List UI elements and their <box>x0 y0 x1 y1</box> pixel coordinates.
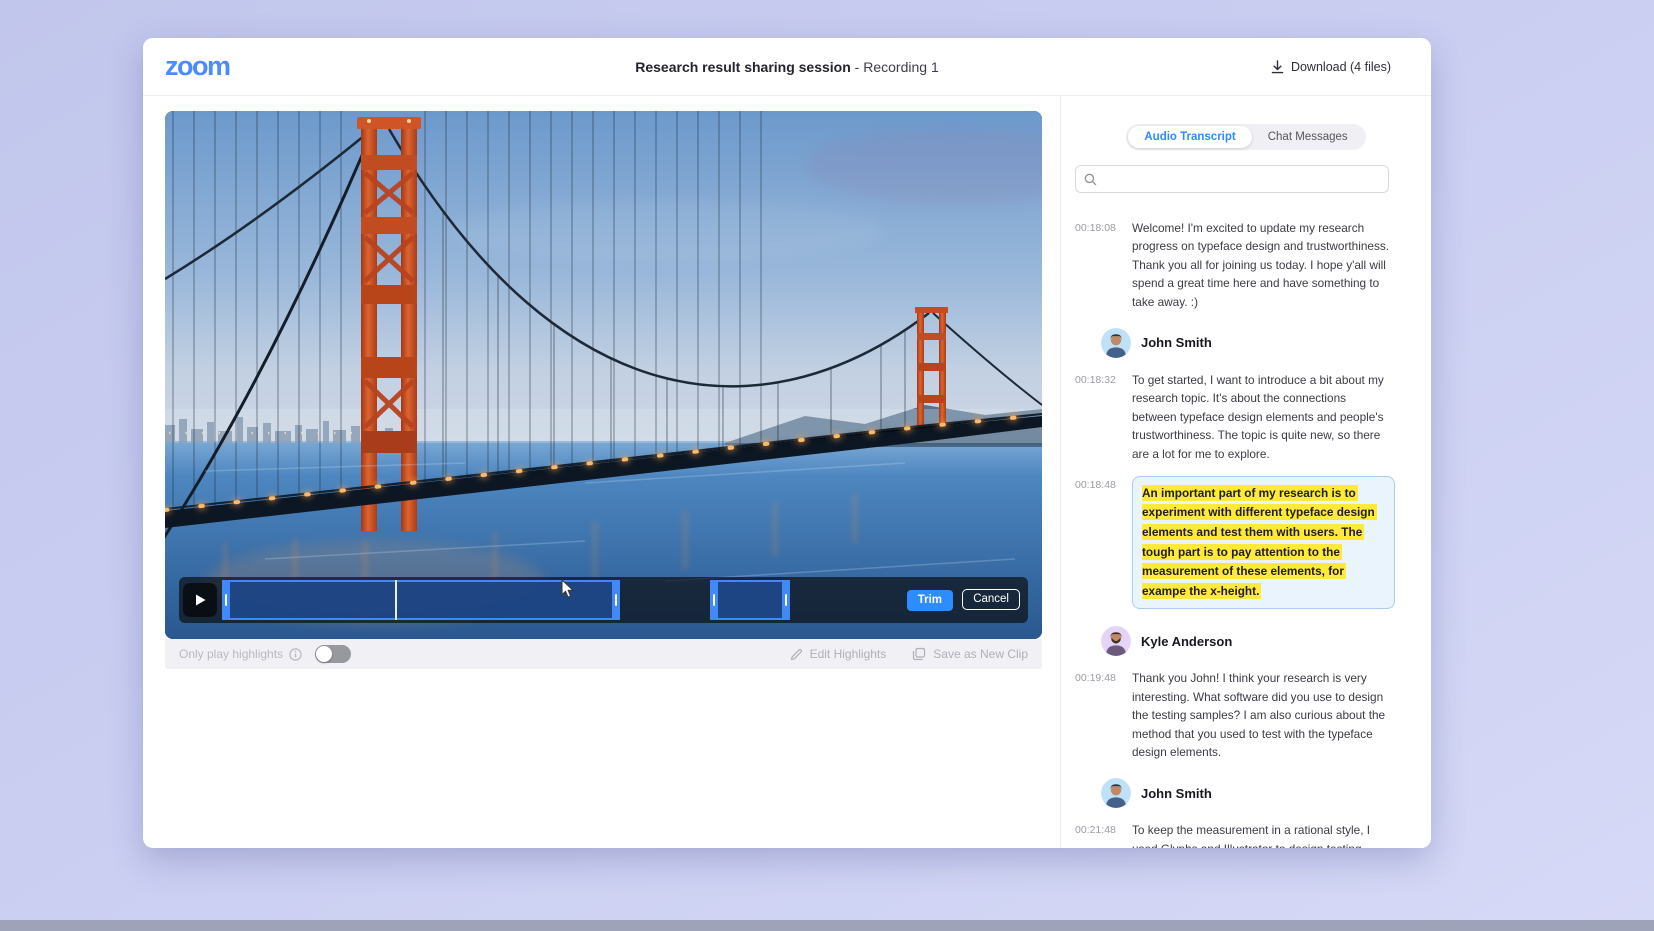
trim-button[interactable]: Trim <box>907 590 953 611</box>
save-as-new-clip-button[interactable]: Save as New Clip <box>912 647 1028 661</box>
transcript-text: To get started, I want to introduce a bi… <box>1132 371 1391 463</box>
transcript-text: Welcome! I'm excited to update my resear… <box>1132 219 1391 311</box>
handle-grip <box>713 594 715 606</box>
page-title: Research result sharing session - Record… <box>143 59 1431 75</box>
transcript-text: An important part of my research is to e… <box>1132 476 1391 609</box>
session-title: Research result sharing session <box>635 59 851 75</box>
timestamp: 00:18:08 <box>1075 219 1123 311</box>
save-as-new-clip-label: Save as New Clip <box>933 647 1028 661</box>
trim-handle-left[interactable] <box>222 582 230 618</box>
download-button[interactable]: Download (4 files) <box>1271 60 1391 74</box>
trim-handle-right[interactable] <box>782 582 790 618</box>
player-toolbar: Only play highlights Edit Highlights <box>165 639 1042 669</box>
timestamp: 00:18:32 <box>1075 371 1123 463</box>
sidebar-tabs: Audio Transcript Chat Messages <box>1126 124 1365 150</box>
video-player[interactable]: Trim Cancel <box>165 111 1042 639</box>
video-frame-image <box>165 111 1042 639</box>
transcript-entry[interactable]: 00:18:08Welcome! I'm excited to update m… <box>1075 219 1391 311</box>
transcript-entry[interactable]: 00:18:32To get started, I want to introd… <box>1075 371 1391 463</box>
only-play-highlights-label: Only play highlights <box>179 647 283 661</box>
trim-handle-right[interactable] <box>612 582 620 618</box>
highlighted-block[interactable]: An important part of my research is to e… <box>1132 476 1395 609</box>
highlighted-text: An important part of my research is to e… <box>1142 485 1377 599</box>
avatar <box>1101 328 1131 358</box>
recording-label: - Recording 1 <box>851 59 939 75</box>
speaker-name: John Smith <box>1141 786 1212 801</box>
handle-grip <box>225 594 227 606</box>
player-pane: Trim Cancel Only play highlights <box>143 96 1060 848</box>
timestamp: 00:18:48 <box>1075 476 1123 609</box>
trim-selection-2[interactable] <box>710 580 790 620</box>
transcript-entry[interactable]: 00:18:48 An important part of my research… <box>1075 476 1391 609</box>
toggle-knob <box>316 646 332 662</box>
transcript-text: To keep the measurement in a rational st… <box>1132 821 1391 848</box>
cancel-button[interactable]: Cancel <box>962 589 1020 610</box>
timestamp: 00:19:48 <box>1075 669 1123 761</box>
speaker-name: John Smith <box>1141 335 1212 350</box>
playhead[interactable] <box>395 580 397 620</box>
trim-bar: Trim Cancel <box>179 577 1028 623</box>
zoom-logo: zoom <box>165 51 230 82</box>
tab-audio-transcript[interactable]: Audio Transcript <box>1128 126 1251 148</box>
app-window: zoom Research result sharing session - R… <box>143 38 1431 848</box>
screen: zoom Research result sharing session - R… <box>0 0 1654 931</box>
download-label: Download (4 files) <box>1291 60 1391 74</box>
only-play-highlights-toggle[interactable] <box>315 645 351 663</box>
speaker-header: John Smith <box>1101 328 1391 358</box>
download-icon <box>1271 60 1284 74</box>
pencil-icon <box>790 648 803 661</box>
bottom-strip <box>0 920 1654 931</box>
edit-highlights-button[interactable]: Edit Highlights <box>790 647 887 661</box>
trim-selection-1[interactable] <box>222 580 620 620</box>
header: zoom Research result sharing session - R… <box>143 38 1431 96</box>
content: Trim Cancel Only play highlights <box>143 96 1431 848</box>
avatar <box>1101 778 1131 808</box>
trim-handle-left[interactable] <box>710 582 718 618</box>
speaker-header: Kyle Anderson <box>1101 626 1391 656</box>
transcript-entry[interactable]: 00:19:48Thank you John! I think your res… <box>1075 669 1391 761</box>
copy-icon <box>912 647 926 661</box>
transcript-text: Thank you John! I think your research is… <box>1132 669 1391 761</box>
handle-grip <box>785 594 787 606</box>
transcript-sidebar: Audio Transcript Chat Messages 00:18:08W… <box>1060 96 1431 848</box>
transcript-entry[interactable]: 00:21:48 To keep the measurement in a rat… <box>1075 821 1391 848</box>
speaker-name: Kyle Anderson <box>1141 634 1232 649</box>
search-input[interactable] <box>1103 172 1380 186</box>
timestamp: 00:21:48 <box>1075 821 1123 848</box>
transcript-list: 00:18:08Welcome! I'm excited to update m… <box>1061 204 1431 848</box>
search-icon <box>1084 173 1097 186</box>
toolbar-actions: Edit Highlights Save as New Clip <box>790 647 1028 661</box>
info-icon <box>289 648 302 661</box>
trim-timeline[interactable] <box>179 577 1028 623</box>
search-box <box>1075 165 1389 193</box>
speaker-header: John Smith <box>1101 778 1391 808</box>
highlights-toggle-group: Only play highlights <box>179 645 351 663</box>
tab-chat-messages[interactable]: Chat Messages <box>1252 126 1364 148</box>
edit-highlights-label: Edit Highlights <box>810 647 887 661</box>
avatar <box>1101 626 1131 656</box>
handle-grip <box>615 594 617 606</box>
